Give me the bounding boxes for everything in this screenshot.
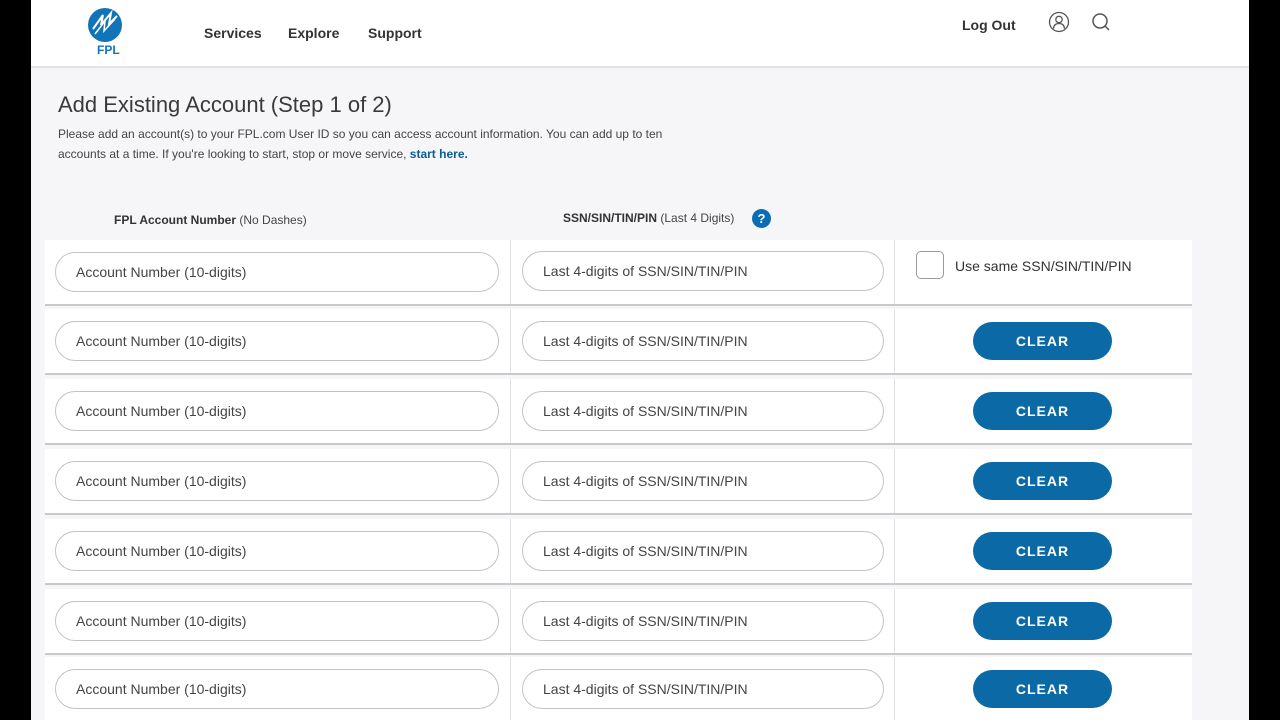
column-divider (894, 657, 895, 720)
clear-button[interactable]: CLEAR (973, 322, 1112, 360)
ssn-last4-input[interactable] (522, 321, 884, 361)
column-divider (510, 519, 511, 583)
ssn-last4-input[interactable] (522, 669, 884, 709)
account-row: CLEAR (45, 379, 1192, 445)
nav-support[interactable]: Support (368, 25, 422, 41)
clear-button[interactable]: CLEAR (973, 392, 1112, 430)
same-ssn-label: Use same SSN/SIN/TIN/PIN (955, 258, 1132, 274)
column-divider (510, 657, 511, 720)
help-icon[interactable]: ? (752, 209, 771, 228)
column-divider (510, 240, 511, 304)
same-ssn-checkbox[interactable] (916, 251, 944, 279)
account-row: CLEAR (45, 519, 1192, 585)
account-row: CLEAR (45, 657, 1192, 720)
column-divider (510, 589, 511, 653)
user-circle-icon[interactable] (1048, 11, 1070, 33)
account-number-input[interactable] (55, 461, 499, 501)
ssn-column-label: SSN/SIN/TIN/PIN (Last 4 Digits) (563, 211, 734, 225)
column-divider (510, 309, 511, 373)
intro-text: Please add an account(s) to your FPL.com… (58, 125, 698, 164)
account-row: CLEAR (45, 309, 1192, 375)
page-viewport: FPL Services Explore Support Log Out Add… (31, 0, 1249, 720)
account-number-input[interactable] (55, 531, 499, 571)
account-number-input[interactable] (55, 321, 499, 361)
account-number-input[interactable] (55, 669, 499, 709)
account-row: CLEAR (45, 449, 1192, 515)
column-divider (510, 449, 511, 513)
ssn-last4-input[interactable] (522, 391, 884, 431)
nav-explore[interactable]: Explore (288, 25, 339, 41)
ssn-label-bold: SSN/SIN/TIN/PIN (563, 211, 658, 225)
clear-button[interactable]: CLEAR (973, 532, 1112, 570)
account-label-bold: FPL Account Number (114, 213, 237, 227)
start-here-link[interactable]: start here. (410, 147, 468, 161)
site-header: FPL Services Explore Support Log Out (31, 0, 1249, 68)
account-number-input[interactable] (55, 601, 499, 641)
ssn-label-note: (Last 4 Digits) (660, 211, 735, 225)
clear-button[interactable]: CLEAR (973, 670, 1112, 708)
column-divider (894, 589, 895, 653)
page-title: Add Existing Account (Step 1 of 2) (58, 92, 392, 117)
fpl-logo[interactable]: FPL (81, 7, 137, 57)
column-divider (894, 309, 895, 373)
intro-body: Please add an account(s) to your FPL.com… (58, 127, 663, 161)
clear-button[interactable]: CLEAR (973, 602, 1112, 640)
account-row: Use same SSN/SIN/TIN/PIN (45, 240, 1192, 306)
column-divider (894, 240, 895, 304)
search-icon[interactable] (1090, 11, 1112, 33)
nav-services[interactable]: Services (204, 25, 262, 41)
column-divider (894, 449, 895, 513)
account-row: CLEAR (45, 589, 1192, 655)
logo-text: FPL (97, 43, 120, 57)
ssn-last4-input[interactable] (522, 251, 884, 291)
ssn-last4-input[interactable] (522, 531, 884, 571)
logout-link[interactable]: Log Out (962, 17, 1016, 33)
account-label-note: (No Dashes) (239, 213, 307, 227)
column-divider (894, 519, 895, 583)
account-column-label: FPL Account Number (No Dashes) (114, 213, 307, 227)
column-divider (894, 379, 895, 443)
account-number-input[interactable] (55, 252, 499, 292)
ssn-last4-input[interactable] (522, 461, 884, 501)
clear-button[interactable]: CLEAR (973, 462, 1112, 500)
account-number-input[interactable] (55, 391, 499, 431)
column-divider (510, 379, 511, 443)
ssn-last4-input[interactable] (522, 601, 884, 641)
